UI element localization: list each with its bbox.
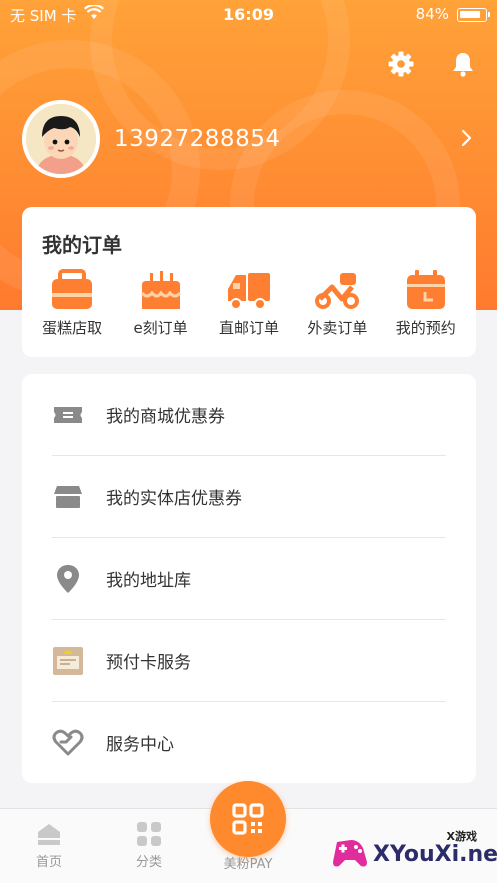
- grid-icon: [136, 821, 162, 847]
- order-direct-mail[interactable]: 直邮订单: [207, 269, 291, 338]
- order-label: 外卖订单: [307, 319, 368, 337]
- truck-icon: [226, 269, 272, 311]
- coupon-icon: [52, 399, 84, 431]
- scooter-icon: [314, 269, 360, 311]
- order-label: 直邮订单: [218, 319, 279, 337]
- bell-icon[interactable]: [449, 50, 477, 78]
- pay-label-text: 美粉PAY: [223, 857, 273, 872]
- order-cake-pickup[interactable]: 蛋糕店取: [30, 269, 114, 338]
- menu-label: 我的商城优惠券: [106, 407, 225, 427]
- battery-icon: [457, 8, 490, 22]
- order-reservation[interactable]: 我的预约: [384, 269, 468, 338]
- profile-row[interactable]: 13927288854: [22, 100, 477, 180]
- menu-label: 我的地址库: [106, 571, 191, 591]
- calendar-icon: [403, 269, 449, 311]
- gamepad-logo-icon: [329, 832, 371, 874]
- menu-item-mall-coupons[interactable]: 我的商城优惠券: [52, 374, 446, 456]
- order-label: e刻订单: [133, 319, 188, 337]
- order-takeaway[interactable]: 外卖订单: [295, 269, 379, 338]
- cake-box-icon: [49, 269, 95, 311]
- home-icon: [36, 821, 62, 847]
- menu-card: 我的商城优惠券 我的实体店优惠券 我的地址库 预付卡服务 服务中心: [22, 374, 476, 783]
- service-heart-icon: [52, 727, 84, 759]
- qr-code-icon: [232, 803, 264, 835]
- menu-label: 预付卡服务: [106, 653, 191, 673]
- store-icon: [52, 481, 84, 513]
- menu-item-service-center[interactable]: 服务中心: [52, 702, 446, 784]
- order-e-cake[interactable]: e刻订单: [119, 269, 203, 338]
- location-icon: [52, 563, 84, 595]
- menu-item-address-book[interactable]: 我的地址库: [52, 538, 446, 620]
- user-phone: 13927288854: [114, 126, 281, 152]
- chevron-right-icon[interactable]: [455, 127, 477, 149]
- menu-item-prepaid-card[interactable]: 预付卡服务: [52, 620, 446, 702]
- avatar[interactable]: [22, 100, 100, 178]
- menu-label: 服务中心: [106, 735, 174, 755]
- settings-icon[interactable]: [387, 50, 415, 78]
- menu-label: 我的实体店优惠券: [106, 489, 242, 509]
- battery-percent: 84%: [415, 5, 449, 23]
- order-label: 我的预约: [395, 319, 456, 337]
- order-label: 蛋糕店取: [42, 319, 103, 337]
- pay-button[interactable]: [210, 781, 286, 857]
- watermark-text: XYouXi.net: [373, 842, 497, 867]
- orders-title: 我的订单: [42, 233, 122, 257]
- menu-item-store-coupons[interactable]: 我的实体店优惠券: [52, 456, 446, 538]
- watermark: X游戏 XYouXi.net: [329, 826, 497, 878]
- orders-card: 我的订单 蛋糕店取 e刻订单 直邮订单 外卖订单 我的预约: [22, 207, 476, 357]
- status-bar: 无 SIM 卡 16:09 84%: [0, 0, 497, 30]
- prepaid-card-icon: [52, 645, 84, 677]
- cake-icon: [138, 269, 184, 311]
